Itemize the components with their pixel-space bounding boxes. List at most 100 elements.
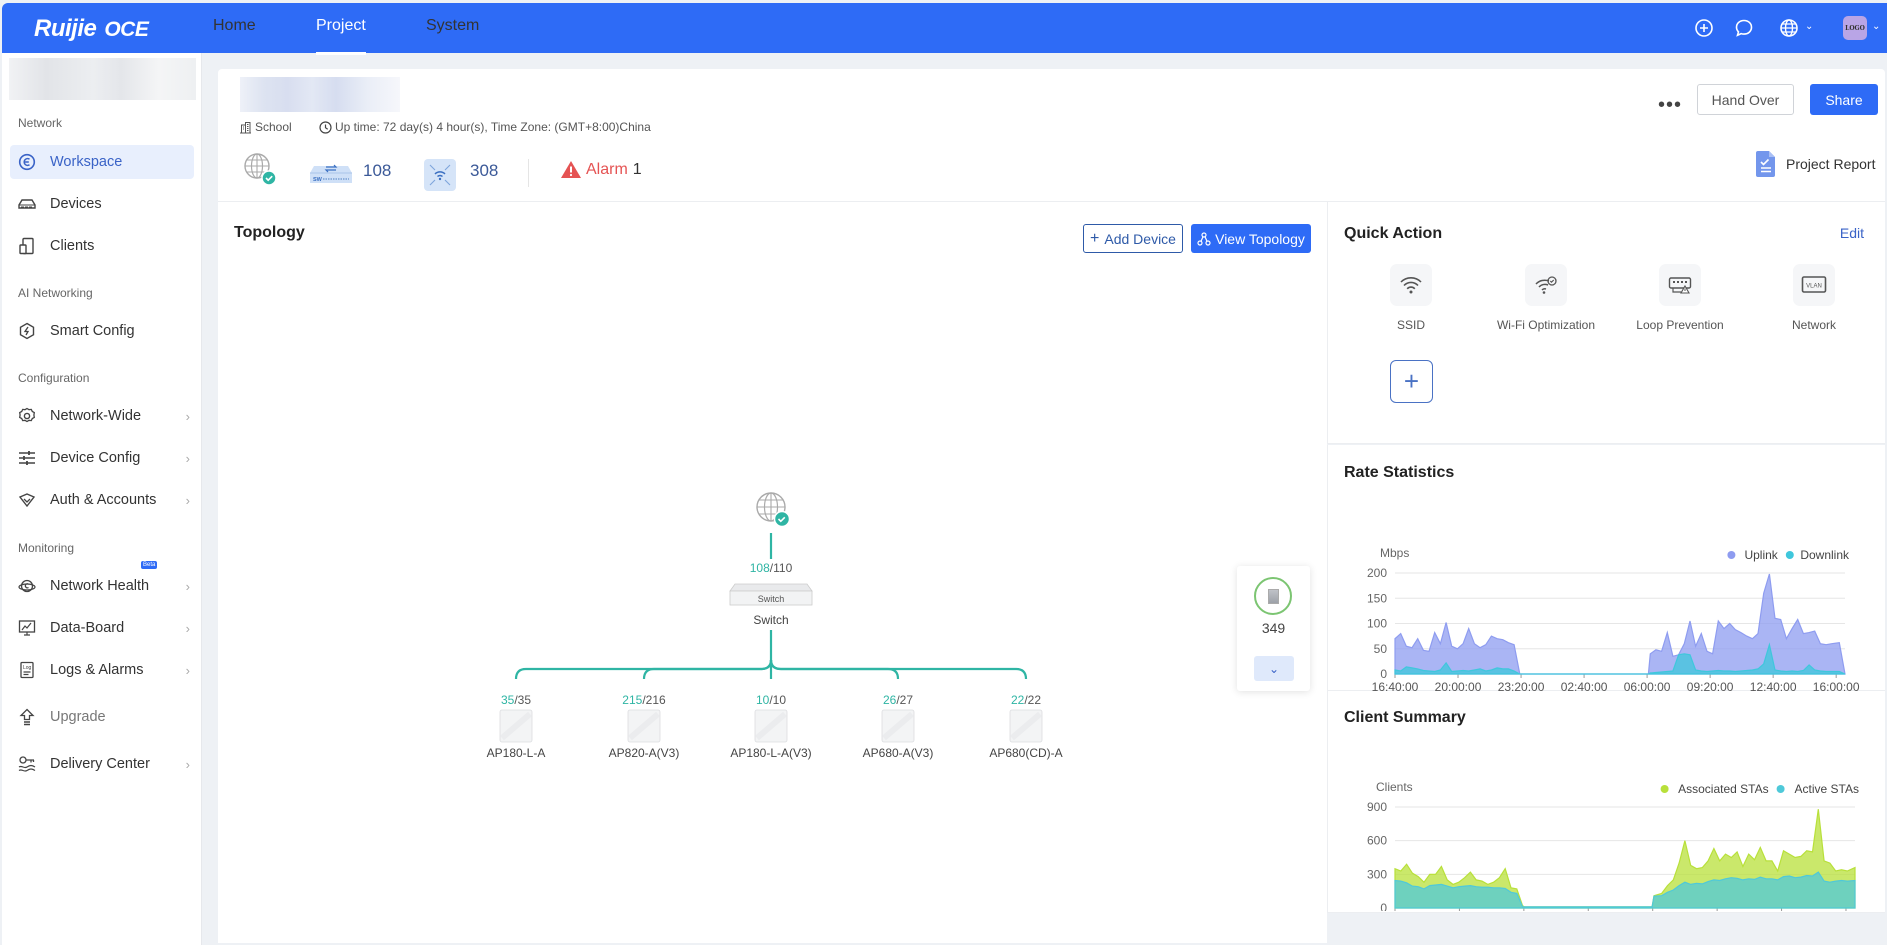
report-label: Project Report (1786, 156, 1876, 172)
legend-marker (1727, 551, 1736, 559)
sidebar-item-devices[interactable]: Devices (10, 187, 194, 221)
globe-icon[interactable] (1779, 18, 1799, 38)
topology-diagram: 108/110 Switch Switch 35/35 AP180-L-A 215/… (487, 492, 1063, 760)
sidebar-item-network-health[interactable]: Network Health Beta › (10, 561, 194, 603)
sliders-icon (18, 449, 36, 467)
building-icon (240, 121, 251, 133)
x-tick-label: 09:20:00 (1687, 680, 1734, 691)
quick-action-label: Loop Prevention (1636, 318, 1724, 332)
nav-system[interactable]: System (426, 17, 479, 35)
quick-action-network[interactable]: VLAN Network (1749, 264, 1879, 332)
legend-item[interactable]: Downlink (1785, 548, 1850, 562)
sidebar-item-logs-alarms[interactable]: Log Logs & Alarms › (10, 653, 194, 687)
ap-port-count: 26/27 (883, 693, 913, 707)
sidebar-item-label: Clients (50, 238, 95, 254)
add-circle-icon[interactable] (1694, 18, 1714, 38)
ap-node[interactable]: 10/10 AP180-L-A(V3) (730, 693, 811, 760)
more-options-button[interactable]: ••• (1658, 94, 1682, 117)
sidebar-item-auth-accounts[interactable]: Auth & Accounts › (10, 483, 194, 517)
legend-item[interactable]: Associated STAs (1660, 782, 1769, 796)
quick-action-label: SSID (1396, 318, 1425, 332)
sidebar-item-delivery-center[interactable]: Delivery Center › (10, 747, 194, 781)
section-label-network: Network (18, 116, 63, 130)
nav-home[interactable]: Home (213, 17, 256, 35)
chevron-right-icon: › (185, 620, 190, 636)
sidebar-item-upgrade[interactable]: Upgrade (10, 700, 194, 734)
sidebar-item-label: Smart Config (50, 323, 135, 339)
project-name-blurred (240, 77, 400, 112)
gateway-node[interactable] (756, 492, 791, 528)
user-chevron-down-icon[interactable]: ⌄ (1872, 21, 1880, 32)
ap-port-count: 10/10 (756, 693, 786, 707)
hand-over-button[interactable]: Hand Over (1697, 84, 1794, 115)
y-tick-label: 0 (1380, 667, 1387, 681)
switch-icon: SW (310, 162, 352, 189)
chevron-right-icon: › (185, 662, 190, 678)
gear-icon (18, 407, 36, 425)
ap-model-label: AP680-A(V3) (863, 746, 934, 760)
section-label-ai-networking: AI Networking (18, 286, 93, 300)
scene-type: School (239, 120, 292, 134)
ap-count[interactable]: 308 (470, 161, 498, 181)
sidebar-item-workspace[interactable]: Workspace (10, 145, 194, 179)
device-summary-popup: 349 ⌄ (1237, 566, 1310, 691)
top-navigation-bar: Ruijie OCE Home Project System ⌄ LOGO ⌄ (2, 3, 1887, 55)
message-icon[interactable] (1734, 18, 1754, 38)
switch-count[interactable]: 108 (363, 161, 391, 181)
scene-label: School (255, 120, 292, 134)
x-tick-label: 06:00:00 (1624, 680, 1671, 691)
switch-device-text: Switch (758, 594, 785, 604)
avatar[interactable]: LOGO (1843, 16, 1867, 40)
ap-port-count: 215/216 (622, 693, 666, 707)
ap-node[interactable]: 22/22 AP680(CD)-A (989, 693, 1062, 760)
alarm-summary[interactable]: Alarm 1 (560, 160, 642, 179)
tenant-selector-blurred[interactable] (9, 58, 196, 100)
chevron-right-icon: › (185, 450, 190, 466)
wifi-optimization-icon (1525, 264, 1567, 306)
device-status-ring[interactable] (1254, 577, 1292, 615)
sidebar-item-network-wide[interactable]: Network-Wide › (10, 399, 194, 433)
switch-node[interactable]: Switch (729, 583, 813, 606)
delivery-icon (18, 755, 36, 773)
brand-logo[interactable]: Ruijie OCE (34, 15, 149, 43)
beta-badge: Beta (141, 561, 158, 569)
legend-item[interactable]: Active STAs (1776, 782, 1859, 796)
y-tick-label: 50 (1374, 642, 1388, 656)
clock-icon (319, 120, 332, 134)
internet-status-icon[interactable] (242, 151, 278, 192)
ap-node[interactable]: 26/27 AP680-A(V3) (863, 693, 934, 760)
sidebar-item-smart-config[interactable]: Smart Config (10, 314, 194, 348)
ap-node[interactable]: 215/216 AP820-A(V3) (609, 693, 680, 760)
project-report-link[interactable]: Project Report (1756, 151, 1875, 177)
warning-icon (561, 161, 581, 178)
section-label-configuration: Configuration (18, 371, 90, 385)
workspace-icon (18, 153, 36, 171)
ap-model-label: AP680(CD)-A (989, 746, 1062, 760)
y-tick-label: 900 (1367, 800, 1387, 814)
legend-marker (1776, 785, 1785, 793)
report-icon (1756, 151, 1775, 177)
quick-action-label: Wi-Fi Optimization (1496, 318, 1595, 332)
sidebar-item-clients[interactable]: Clients (10, 229, 194, 263)
ap-port-count: 35/35 (501, 693, 531, 707)
quick-action-loop-prevention[interactable]: Loop Prevention (1615, 264, 1745, 332)
language-chevron-down-icon[interactable]: ⌄ (1805, 21, 1813, 32)
device-total-count: 349 (1261, 620, 1286, 636)
edit-quick-action-link[interactable]: Edit (1840, 225, 1864, 241)
quick-action-ssid[interactable]: SSID (1346, 264, 1476, 332)
add-quick-action-button[interactable]: + (1390, 360, 1433, 403)
ap-link-line (642, 659, 773, 680)
chevron-right-icon: › (185, 492, 190, 508)
sidebar-item-device-config[interactable]: Device Config › (10, 441, 194, 475)
svg-text:Active STAs: Active STAs (1795, 782, 1859, 796)
ap-node[interactable]: 35/35 AP180-L-A (487, 693, 546, 760)
legend-marker (1660, 785, 1669, 793)
logs-icon: Log (18, 661, 36, 679)
sidebar-item-data-board[interactable]: Data-Board › (10, 611, 194, 645)
nav-project[interactable]: Project (316, 17, 366, 55)
legend-item[interactable]: Uplink (1727, 548, 1779, 562)
share-button[interactable]: Share (1810, 84, 1878, 115)
expand-chevron-down-icon[interactable]: ⌄ (1254, 656, 1294, 681)
sidebar-item-label: Devices (50, 196, 102, 212)
quick-action-wifi-optimization[interactable]: Wi-Fi Optimization (1481, 264, 1611, 332)
